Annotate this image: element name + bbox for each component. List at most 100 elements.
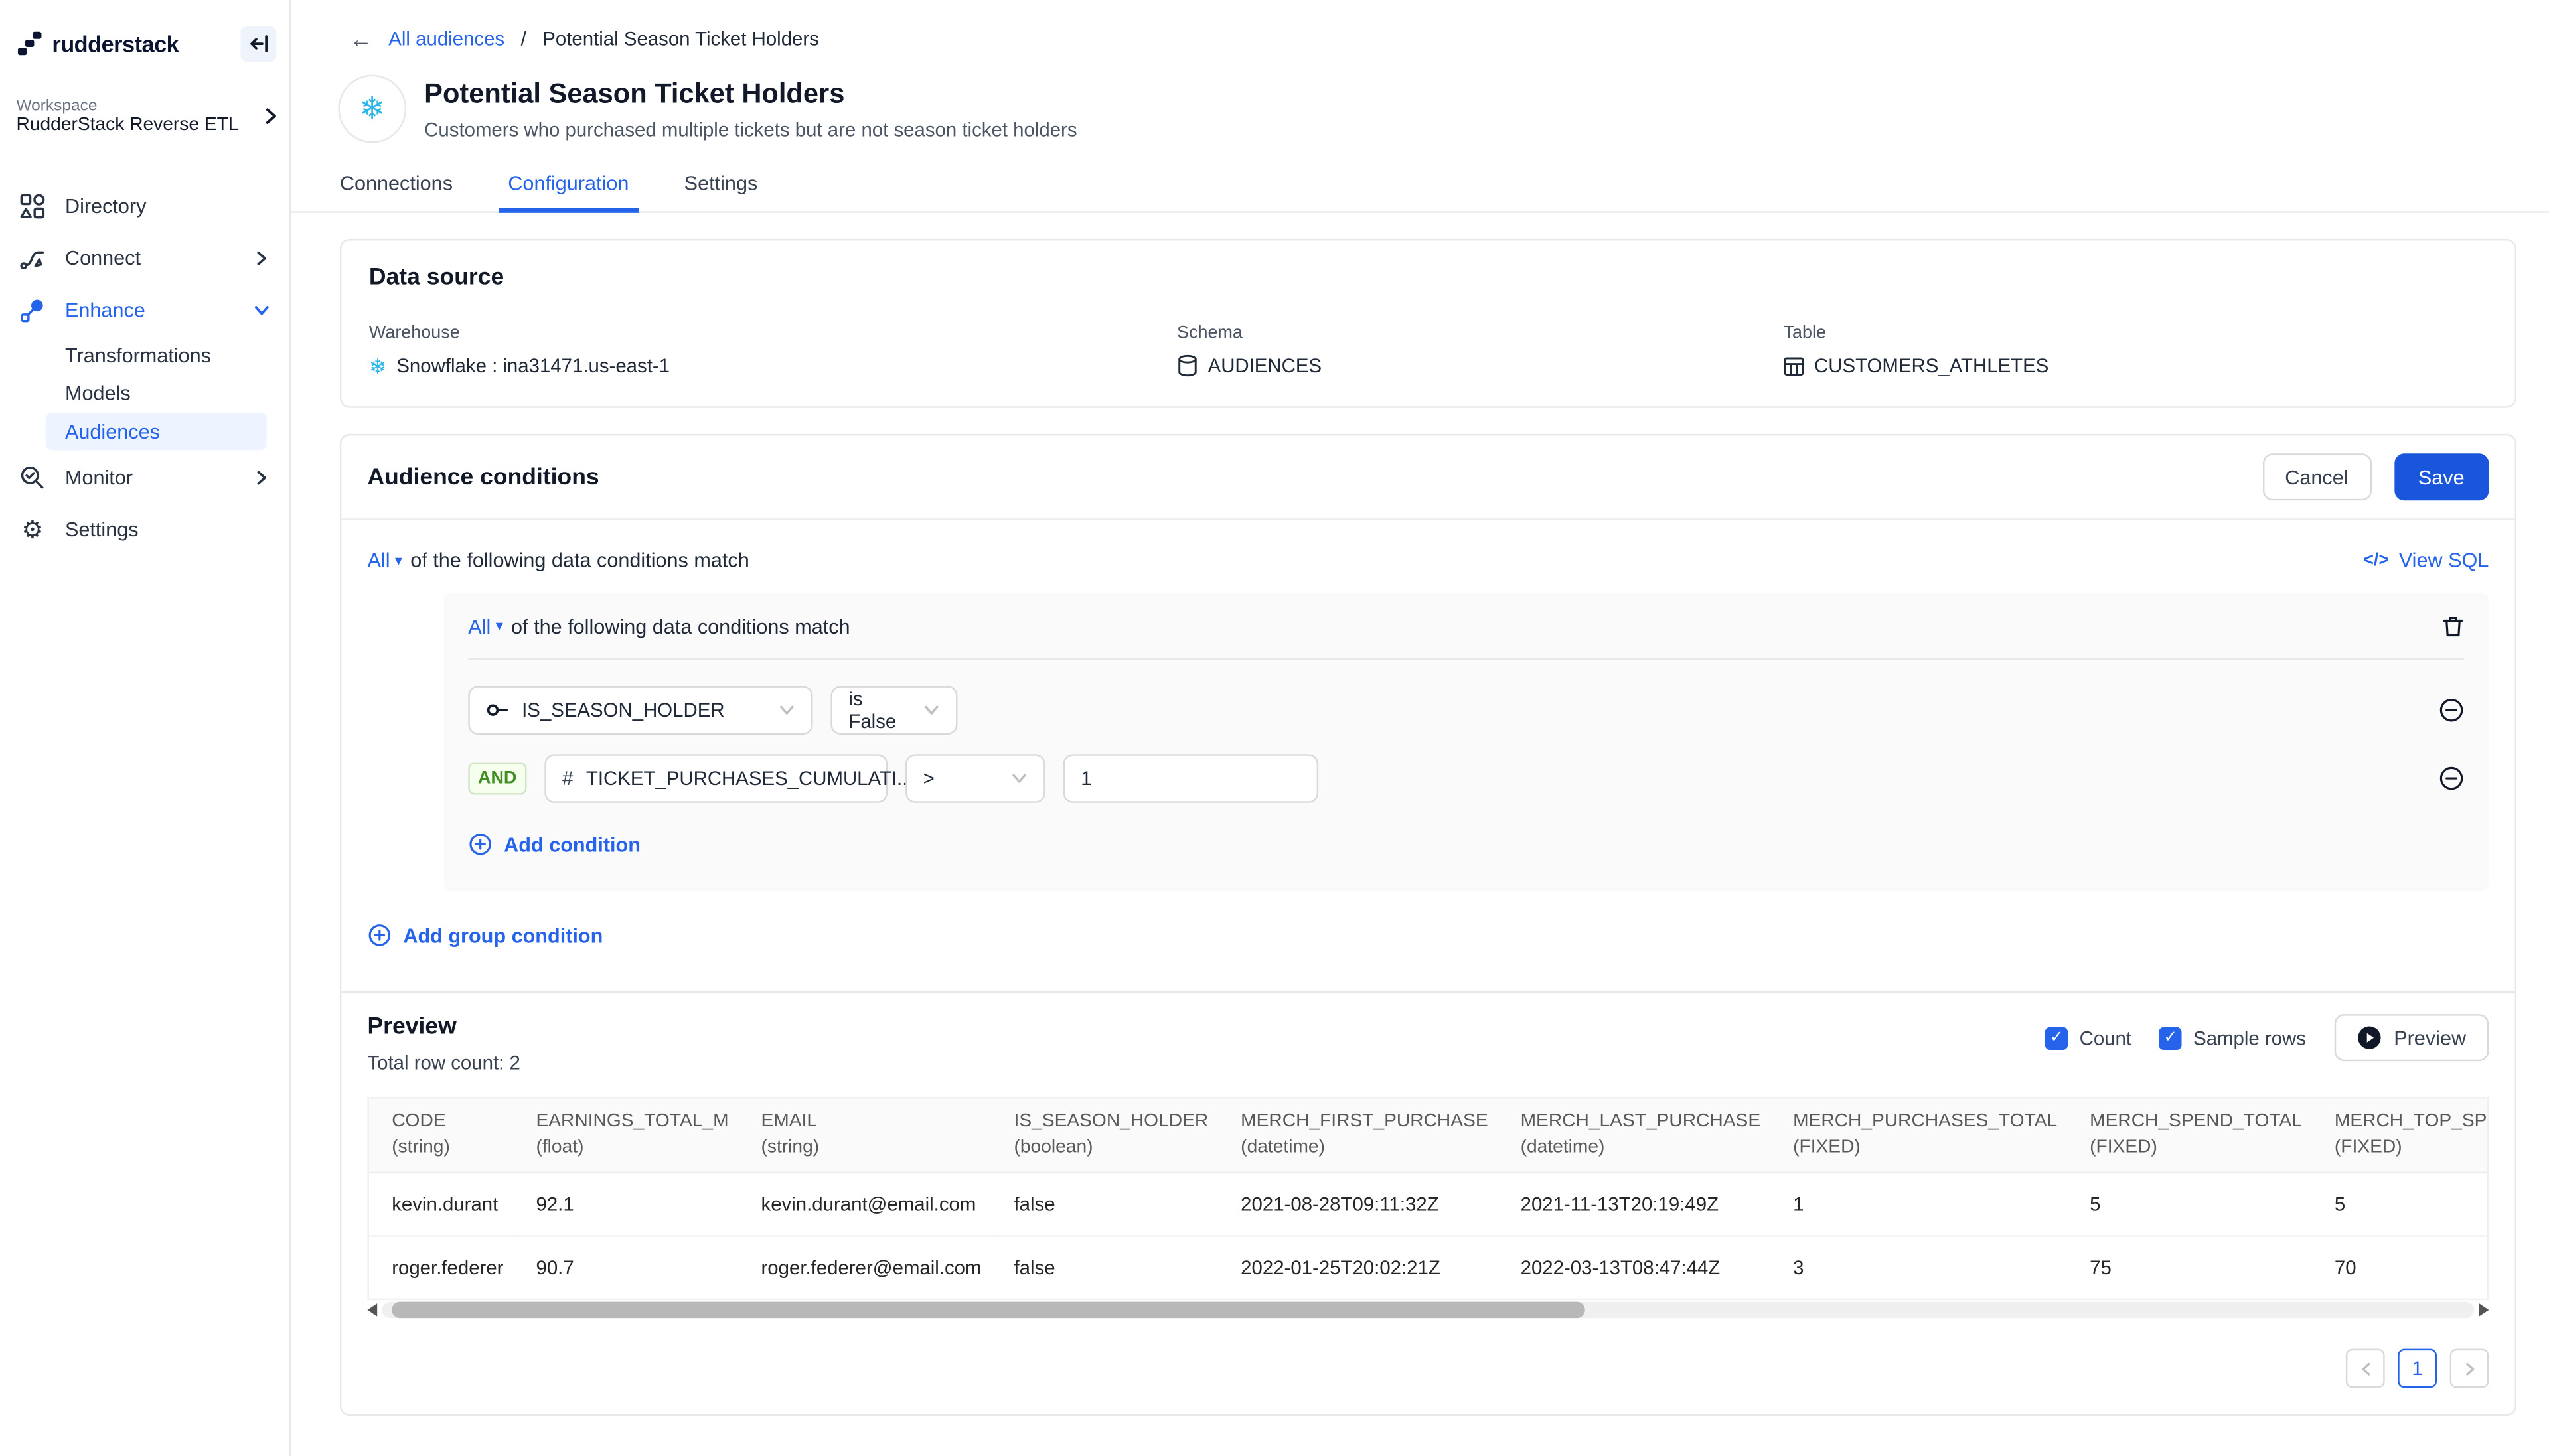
match-type-select[interactable]: All ▾ <box>367 549 402 572</box>
tab-bar: Connections Configuration Settings <box>291 143 2549 213</box>
plus-circle-icon <box>367 923 392 948</box>
tab-configuration[interactable]: Configuration <box>508 173 629 212</box>
breadcrumb-all-audiences-link[interactable]: All audiences <box>388 28 504 50</box>
condition-value-input[interactable] <box>1063 754 1318 802</box>
preview-button[interactable]: Preview <box>2334 1014 2489 1061</box>
pagination: 1 <box>367 1349 2489 1388</box>
view-sql-label: View SQL <box>2399 549 2489 572</box>
workspace-label: Workspace <box>16 98 240 115</box>
workspace-name: RudderStack Reverse ETL Den <box>16 115 240 135</box>
schema-value: AUDIENCES <box>1208 354 1322 377</box>
minus-circle-icon <box>2438 697 2464 723</box>
table-field: Table CUSTOMERS_ATHLETES <box>1784 323 2487 377</box>
chevron-down-icon <box>923 702 939 718</box>
condition-row: IS_SEASON_HOLDER is False <box>468 686 2464 734</box>
column-header: EARNINGS_TOTAL_M(float) <box>520 1099 745 1173</box>
cancel-button[interactable]: Cancel <box>2262 453 2371 500</box>
group-match-type-select[interactable]: All ▾ <box>468 615 503 638</box>
column-header: MERCH_FIRST_PURCHASE(datetime) <box>1225 1099 1504 1173</box>
table-cell: 3 <box>1777 1236 2074 1300</box>
directory-icon <box>19 193 45 219</box>
sidebar-item-audiences[interactable]: Audiences <box>46 413 267 450</box>
field-select[interactable]: # TICKET_PURCHASES_CUMULATI... <box>544 754 888 802</box>
monitor-icon <box>19 465 45 490</box>
plus-circle-icon <box>468 832 493 857</box>
table-cell: roger.federer@email.com <box>745 1236 998 1300</box>
scroll-right-arrow-icon[interactable] <box>2479 1303 2489 1317</box>
view-sql-link[interactable]: </> View SQL <box>2363 549 2489 572</box>
condition-group: All ▾ of the following data conditions m… <box>444 593 2489 891</box>
save-button[interactable]: Save <box>2394 453 2489 500</box>
column-header: MERCH_LAST_PURCHASE(datetime) <box>1504 1099 1777 1173</box>
table-cell: 92.1 <box>520 1173 745 1236</box>
chevron-down-icon <box>1011 770 1027 786</box>
match-text: of the following data conditions match <box>410 549 749 572</box>
remove-condition-button[interactable] <box>2438 697 2464 723</box>
sidebar-item-models[interactable]: Models <box>0 374 289 411</box>
workspace-switcher[interactable]: Workspace RudderStack Reverse ETL Den <box>0 62 289 135</box>
sidebar-item-connect[interactable]: Connect <box>0 232 289 284</box>
next-page-button[interactable] <box>2450 1349 2489 1388</box>
delete-group-button[interactable] <box>2441 615 2464 639</box>
group-divider <box>468 658 2464 660</box>
sample-rows-checkbox[interactable]: ✓ Sample rows <box>2159 1027 2306 1049</box>
add-group-condition-button[interactable]: Add group condition <box>367 923 603 948</box>
table-cell: false <box>998 1173 1225 1236</box>
snowflake-icon: ❄ <box>369 355 387 376</box>
sidebar-item-monitor[interactable]: Monitor <box>0 452 289 504</box>
scrollbar-thumb[interactable] <box>392 1302 1584 1318</box>
preview-table-wrapper: CODE(string)EARNINGS_TOTAL_M(float)EMAIL… <box>367 1097 2489 1300</box>
sidebar-item-settings[interactable]: ⚙ Settings <box>0 504 289 555</box>
sidebar-item-label: Enhance <box>65 299 234 322</box>
table-cell: 70 <box>2318 1236 2489 1300</box>
caret-down-icon: ▾ <box>395 551 402 569</box>
collapse-sidebar-button[interactable] <box>240 26 276 62</box>
sidebar-item-label: Directory <box>65 195 270 218</box>
minus-circle-icon <box>2438 765 2464 791</box>
previous-page-button[interactable] <box>2346 1349 2385 1388</box>
sidebar-item-transformations[interactable]: Transformations <box>0 336 289 374</box>
preview-button-label: Preview <box>2394 1027 2466 1049</box>
add-group-condition-label: Add group condition <box>403 924 603 946</box>
sidebar-item-directory[interactable]: Directory <box>0 181 289 232</box>
sidebar-item-label: Settings <box>65 518 270 541</box>
tab-settings[interactable]: Settings <box>684 173 758 212</box>
preview-section: Preview Total row count: 2 ✓ Count ✓ Sam… <box>341 993 2514 1414</box>
back-arrow-icon[interactable]: ← <box>350 26 372 52</box>
chevron-right-icon <box>254 470 270 486</box>
preview-table: CODE(string)EARNINGS_TOTAL_M(float)EMAIL… <box>369 1099 2489 1301</box>
table-cell: 2021-11-13T20:19:49Z <box>1504 1173 1777 1236</box>
match-type-value: All <box>367 549 390 572</box>
sidebar-item-enhance[interactable]: Enhance <box>0 285 289 336</box>
sample-rows-checkbox-label: Sample rows <box>2193 1027 2306 1049</box>
tab-connections[interactable]: Connections <box>340 173 453 212</box>
count-checkbox[interactable]: ✓ Count <box>2045 1027 2131 1049</box>
data-source-title: Data source <box>369 265 2487 291</box>
code-icon: </> <box>2363 551 2389 570</box>
warehouse-value: Snowflake : ina31471.us-east-1 <box>396 354 670 377</box>
table-cell: 5 <box>2074 1173 2319 1236</box>
table-row: kevin.durant92.1kevin.durant@email.comfa… <box>369 1173 2489 1236</box>
remove-condition-button[interactable] <box>2438 765 2464 791</box>
caret-down-icon: ▾ <box>496 618 503 636</box>
add-condition-label: Add condition <box>504 833 641 855</box>
column-header: EMAIL(string) <box>745 1099 998 1173</box>
conditions-title: Audience conditions <box>367 464 599 490</box>
column-header: MERCH_PURCHASES_TOTAL(FIXED) <box>1777 1099 2074 1173</box>
breadcrumb: ← All audiences / Potential Season Ticke… <box>291 0 2549 52</box>
breadcrumb-separator: / <box>521 28 526 50</box>
page-number-button[interactable]: 1 <box>2398 1349 2437 1388</box>
table-cell: 90.7 <box>520 1236 745 1300</box>
sidebar-item-label: Models <box>65 381 131 403</box>
scroll-left-arrow-icon[interactable] <box>367 1303 377 1317</box>
rudderstack-logo: rudderstack <box>16 31 179 57</box>
logo-text: rudderstack <box>52 31 179 57</box>
condition-row: AND # TICKET_PURCHASES_CUMULATI... > <box>468 754 2464 802</box>
scrollbar-track[interactable] <box>382 1302 2475 1318</box>
field-select[interactable]: IS_SEASON_HOLDER <box>468 686 812 734</box>
trash-icon <box>2441 615 2464 639</box>
add-condition-button[interactable]: Add condition <box>468 832 641 857</box>
operator-select[interactable]: is False <box>830 686 957 734</box>
data-source-card: Data source Warehouse ❄ Snowflake : ina3… <box>340 239 2516 408</box>
operator-select[interactable]: > <box>905 754 1045 802</box>
